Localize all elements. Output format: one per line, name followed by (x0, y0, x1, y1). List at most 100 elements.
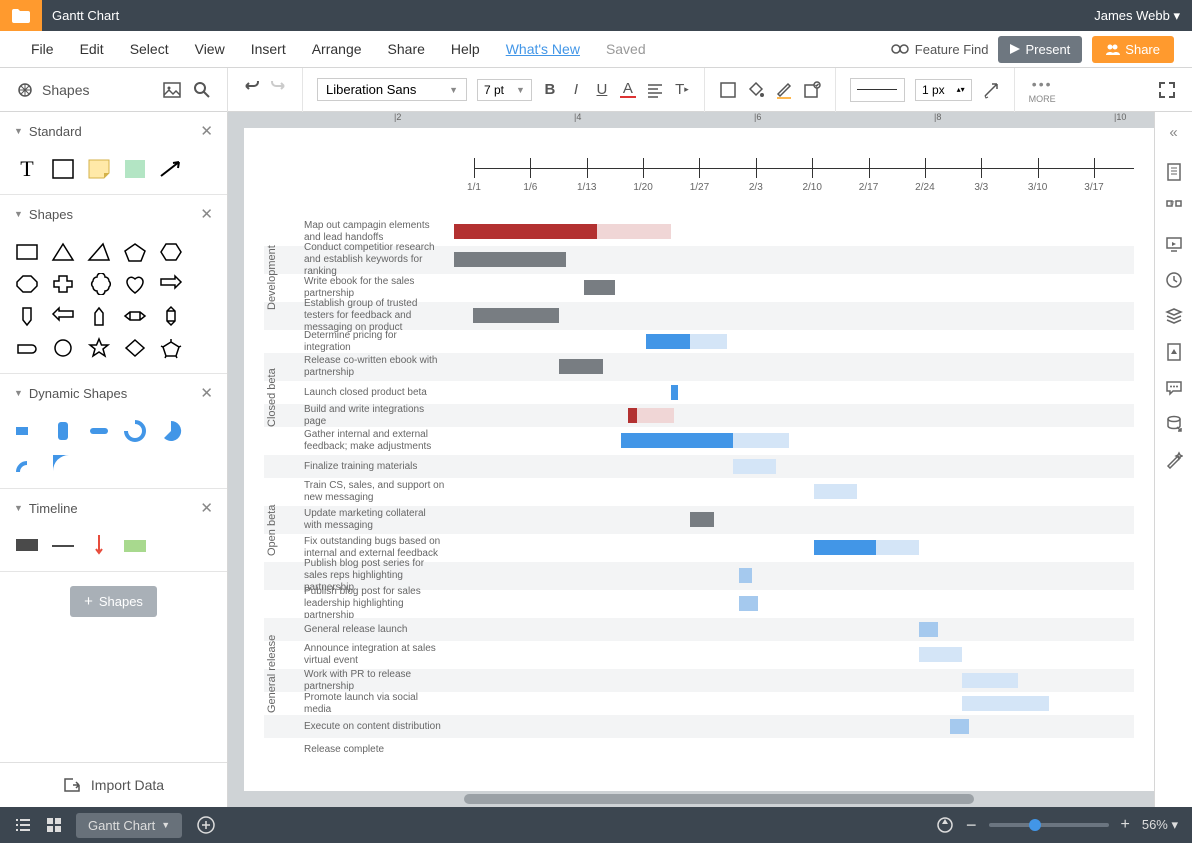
task-row[interactable]: Gather internal and external feedback; m… (264, 427, 1134, 455)
feature-find[interactable]: Feature Find (891, 42, 989, 57)
font-size-selector[interactable]: 7 pt▼ (477, 79, 532, 101)
gantt-bar[interactable] (919, 622, 938, 637)
presentation-icon[interactable] (1165, 235, 1183, 253)
task-row[interactable]: Update marketing collateral with messagi… (264, 506, 1134, 534)
task-row[interactable]: Release complete (264, 738, 1134, 761)
more-button[interactable]: ••• MORE (1029, 76, 1056, 104)
tl-block-shape[interactable] (14, 535, 40, 557)
canvas-area[interactable]: |2 |4 |6 |8 |10 1/11/61/131/201/272/32/1… (228, 112, 1154, 807)
grid-view-icon[interactable] (46, 817, 62, 833)
menu-share[interactable]: Share (375, 41, 438, 57)
basic-shape-15[interactable] (14, 337, 40, 359)
gantt-bar[interactable] (950, 719, 969, 734)
gantt-bar[interactable] (814, 540, 876, 555)
dyn-dash-shape[interactable] (86, 420, 112, 442)
task-row[interactable]: Promote launch via social media (264, 692, 1134, 715)
basic-shape-3[interactable] (122, 241, 148, 263)
gantt-bar[interactable] (637, 408, 674, 423)
folder-icon[interactable] (0, 0, 42, 31)
text-color-icon[interactable]: A (620, 82, 636, 98)
basic-shape-2[interactable] (86, 241, 112, 263)
present-button[interactable]: Present (998, 36, 1082, 63)
basic-shape-11[interactable] (50, 305, 76, 327)
dyn-pill-shape[interactable] (50, 420, 76, 442)
menu-insert[interactable]: Insert (238, 41, 299, 57)
basic-shape-8[interactable] (122, 273, 148, 295)
task-row[interactable]: Release co-written ebook with partnershi… (264, 353, 1134, 381)
task-row[interactable]: General release launch (264, 618, 1134, 641)
gantt-bar[interactable] (690, 512, 715, 527)
line-width-selector[interactable]: 1 px▴▾ (915, 79, 972, 101)
comment-icon[interactable]: 77 (1165, 199, 1183, 217)
italic-icon[interactable]: I (568, 82, 584, 98)
user-menu[interactable]: James Webb ▾ (1094, 8, 1192, 24)
align-icon[interactable] (646, 81, 664, 99)
block-shape[interactable] (122, 158, 148, 180)
underline-icon[interactable]: U (594, 82, 610, 98)
dyn-wedge-shape[interactable] (50, 452, 76, 474)
dyn-donut-shape[interactable] (122, 420, 148, 442)
share-button[interactable]: Share (1092, 36, 1174, 63)
close-icon[interactable]: ✕ (200, 122, 213, 140)
gantt-bar[interactable] (559, 359, 602, 374)
add-page-icon[interactable] (196, 815, 216, 835)
basic-shape-1[interactable] (50, 241, 76, 263)
page-icon[interactable] (1165, 163, 1183, 181)
dyn-bar-shape[interactable] (14, 420, 40, 442)
page-tab[interactable]: Gantt Chart▼ (76, 813, 182, 838)
task-row[interactable]: Establish group of trusted testers for f… (264, 302, 1134, 330)
basic-shape-10[interactable] (14, 305, 40, 327)
horizontal-scrollbar[interactable] (244, 791, 1144, 807)
arrow-icon[interactable] (982, 81, 1000, 99)
add-shapes-button[interactable]: +Shapes (70, 586, 157, 617)
menu-whatsnew[interactable]: What's New (493, 41, 593, 57)
task-row[interactable]: Launch closed product beta (264, 381, 1134, 404)
fullscreen-icon[interactable] (1158, 81, 1176, 99)
gantt-bar[interactable] (690, 334, 727, 349)
basic-shape-7[interactable] (86, 273, 112, 295)
shapes-panel-button[interactable]: Shapes (0, 68, 228, 112)
basic-shape-18[interactable] (122, 337, 148, 359)
menu-file[interactable]: File (18, 41, 67, 57)
task-row[interactable]: Build and write integrations page (264, 404, 1134, 427)
gantt-bar[interactable] (814, 484, 857, 499)
task-row[interactable]: Announce integration at sales virtual ev… (264, 641, 1134, 669)
text-shape[interactable]: T (14, 158, 40, 180)
chat-icon[interactable] (1165, 379, 1183, 397)
history-icon[interactable] (1165, 271, 1183, 289)
rect-shape[interactable] (50, 158, 76, 180)
dyn-arc-shape[interactable] (14, 452, 40, 474)
bold-icon[interactable]: B (542, 82, 558, 98)
collapse-dock-icon[interactable]: « (1165, 120, 1181, 145)
basic-shape-13[interactable] (122, 305, 148, 327)
gantt-bar[interactable] (454, 252, 566, 267)
gantt-bar[interactable] (597, 224, 671, 239)
gantt-bar[interactable] (646, 334, 689, 349)
gantt-chart[interactable]: 1/11/61/131/201/272/32/102/172/243/33/10… (244, 128, 1154, 781)
gantt-bar[interactable] (584, 280, 615, 295)
line-color-icon[interactable] (775, 81, 793, 99)
gantt-bar[interactable] (473, 308, 560, 323)
tl-span-shape[interactable] (122, 535, 148, 557)
doc-title[interactable]: Gantt Chart (42, 8, 119, 23)
task-row[interactable]: Publish blog post for sales leadership h… (264, 590, 1134, 618)
theme-icon[interactable] (1165, 343, 1183, 361)
close-icon[interactable]: ✕ (200, 499, 213, 517)
menu-help[interactable]: Help (438, 41, 493, 57)
basic-shape-9[interactable] (158, 273, 184, 295)
gantt-bar[interactable] (962, 696, 1049, 711)
panel-shapes-header[interactable]: ▼Shapes✕ (0, 195, 227, 233)
tl-line-shape[interactable] (50, 535, 76, 557)
task-row[interactable]: Finalize training materials (264, 455, 1134, 478)
import-data-button[interactable]: Import Data (0, 762, 227, 807)
layers-icon[interactable] (1165, 307, 1183, 325)
basic-shape-0[interactable] (14, 241, 40, 263)
tl-marker-shape[interactable] (86, 535, 112, 557)
panel-timeline-header[interactable]: ▼Timeline✕ (0, 489, 227, 527)
fill-icon[interactable] (747, 81, 765, 99)
shape-options-icon[interactable] (803, 81, 821, 99)
gantt-bar[interactable] (733, 459, 776, 474)
close-icon[interactable]: ✕ (200, 205, 213, 223)
dyn-pie-shape[interactable] (158, 420, 184, 442)
data-icon[interactable] (1165, 415, 1183, 433)
